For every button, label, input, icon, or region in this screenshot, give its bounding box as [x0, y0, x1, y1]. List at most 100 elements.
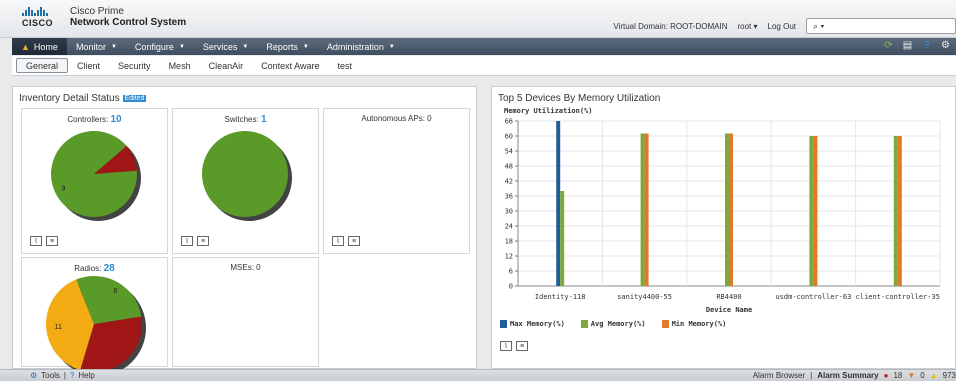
minor-alarm-icon: ▲ [929, 371, 938, 380]
x-axis-label: Device Name [706, 306, 752, 314]
alarm-browser-link[interactable]: Alarm Browser [753, 371, 805, 380]
pie-slice-label: 8 [113, 288, 117, 295]
bar-min-rb4400[interactable] [729, 133, 733, 287]
virtual-domain-label: Virtual Domain: ROOT-DOMAIN [613, 21, 728, 31]
legend-item[interactable]: Avg Memory(%) [580, 320, 646, 328]
bar-min-client-controller-35[interactable] [897, 136, 902, 286]
print-icon[interactable]: ▤ [901, 39, 914, 52]
bar-min-sanity4400-55[interactable] [644, 133, 649, 287]
cell-count[interactable]: 28 [104, 263, 115, 274]
tab-security[interactable]: Security [109, 58, 160, 73]
x-tick-label: client-controller-35 [856, 293, 940, 301]
user-menu[interactable]: root ▾ [737, 22, 757, 31]
cell-count[interactable]: 10 [111, 114, 122, 125]
chart-view-icon[interactable]: ⌇ [332, 236, 344, 246]
memory-utilization-panel: Top 5 Devices By Memory Utilization Memo… [491, 86, 956, 369]
tab-context-aware[interactable]: Context Aware [252, 58, 328, 73]
settings-icon[interactable]: ⚙ [939, 39, 952, 52]
legend-item[interactable]: Max Memory(%) [500, 320, 565, 328]
bar-avg-identity-118[interactable] [560, 191, 565, 286]
pie-chart[interactable]: 9 [50, 131, 143, 223]
critical-count: 18 [893, 371, 903, 380]
nav-home[interactable]: ▲ Home [12, 38, 67, 55]
nav-administration[interactable]: Administration ▼ [318, 38, 404, 55]
y-tick-label: 60 [505, 133, 513, 141]
critical-alarm-icon: ● [883, 371, 889, 380]
legend-label: Max Memory(%) [510, 320, 565, 328]
tab-mesh[interactable]: Mesh [160, 58, 200, 73]
main-nav: ▲ Home Monitor ▼ Configure ▼ Services ▼ Reports ▼… [12, 38, 956, 55]
bar-min-usdm-controller-63[interactable] [813, 136, 818, 286]
nav-reports[interactable]: Reports ▼ [257, 38, 317, 55]
y-tick-label: 36 [505, 193, 513, 201]
chart-title: Top 5 Devices By Memory Utilization [498, 93, 661, 104]
product-line2: Network Control System [70, 17, 187, 28]
nav-configure[interactable]: Configure ▼ [126, 38, 194, 55]
bar-avg-sanity4400-55[interactable] [640, 133, 645, 287]
major-alarm-icon: ▼ [907, 371, 916, 380]
major-count: 0 [920, 371, 925, 380]
table-view-icon[interactable]: ≡ [516, 341, 528, 351]
cisco-logo: CISCO [22, 7, 53, 33]
memory-chart: Memory Utilization(%) 0 6 12 18 24 30 36 42 48 54 6… [504, 107, 941, 314]
legend-swatch [661, 320, 669, 328]
search-input[interactable]: ⌕ ▾ [806, 18, 956, 34]
cell-title: Radios: 28 [74, 263, 115, 274]
legend-item[interactable]: Min Memory(%) [661, 320, 727, 328]
inventory-cell-switches: Switches: 1 ⌇ ≡ [172, 108, 319, 254]
y-tick-label: 6 [509, 268, 513, 276]
y-tick-label: 18 [505, 238, 513, 246]
bar-avg-client-controller-35[interactable] [893, 136, 898, 286]
tools-link[interactable]: Tools [41, 371, 60, 380]
x-tick-label: Identity-118 [535, 293, 586, 301]
table-view-icon[interactable]: ≡ [197, 236, 209, 246]
y-tick-label: 54 [505, 148, 513, 156]
inventory-cell-mses: MSEs: 0 [172, 257, 319, 367]
tab-general[interactable]: General [16, 58, 69, 73]
alarm-summary-link[interactable]: Alarm Summary [817, 371, 878, 380]
logout-link[interactable]: Log Out [768, 22, 796, 31]
chart-legend: Max Memory(%) Avg Memory(%) Min Memory(%) [500, 320, 726, 328]
bar-max-identity-118[interactable] [556, 121, 561, 286]
chart-view-icon[interactable]: ⌇ [181, 236, 193, 246]
table-view-icon[interactable]: ≡ [348, 236, 360, 246]
tab-client[interactable]: Client [68, 58, 109, 73]
chart-view-icon[interactable]: ⌇ [500, 341, 512, 351]
x-tick-label: sanity4400-55 [617, 293, 672, 301]
bar-avg-usdm-controller-63[interactable] [809, 136, 814, 286]
tools-icon: ⚙ [30, 371, 38, 380]
chart-view-icon[interactable]: ⌇ [30, 236, 42, 246]
y-tick-label: 24 [505, 223, 513, 231]
inventory-cell-controllers: Controllers: 10 9 ⌇ ≡ [21, 108, 168, 254]
pie-chart[interactable] [201, 131, 294, 223]
header-bar: CISCO Cisco Prime Network Control System… [0, 0, 956, 38]
pie-slice-label: 9 [61, 186, 65, 193]
table-view-icon[interactable]: ≡ [46, 236, 58, 246]
bar-avg-rb4400[interactable] [725, 133, 729, 287]
nav-services[interactable]: Services ▼ [194, 38, 257, 55]
product-name: Cisco Prime Network Control System [70, 6, 186, 28]
help-circle-icon[interactable]: ? [920, 39, 933, 52]
tab-test[interactable]: test [328, 58, 361, 73]
legend-swatch [580, 320, 588, 328]
legend-label: Min Memory(%) [671, 320, 727, 328]
minor-count: 973 [942, 371, 956, 380]
tab-cleanair[interactable]: CleanAir [200, 58, 253, 73]
inventory-cell-radios: Radios: 28 11 8 [21, 257, 168, 376]
inventory-panel: Inventory Detail Status Edited Controller… [12, 86, 477, 376]
y-tick-label: 12 [505, 253, 513, 261]
pie-slice-label: 11 [54, 324, 61, 331]
help-link[interactable]: Help [78, 371, 94, 380]
cell-count[interactable]: 1 [261, 114, 267, 125]
nav-monitor[interactable]: Monitor ▼ [67, 38, 126, 55]
inventory-cell-autonomous-aps: Autonomous APs: 0 ⌇ ≡ [323, 108, 470, 254]
pie-slice [201, 131, 288, 217]
y-tick-label: 48 [505, 163, 513, 171]
footer-bar: ⚙ Tools | ? Help Alarm Browser | Alarm S… [0, 369, 956, 381]
pie-chart[interactable]: 11 8 [45, 276, 148, 378]
product-line1: Cisco Prime [70, 6, 124, 17]
refresh-icon[interactable]: ⟳ [882, 39, 895, 52]
y-tick-label: 42 [505, 178, 513, 186]
y-tick-label: 30 [505, 208, 513, 216]
x-tick-label: RB4400 [716, 293, 741, 301]
